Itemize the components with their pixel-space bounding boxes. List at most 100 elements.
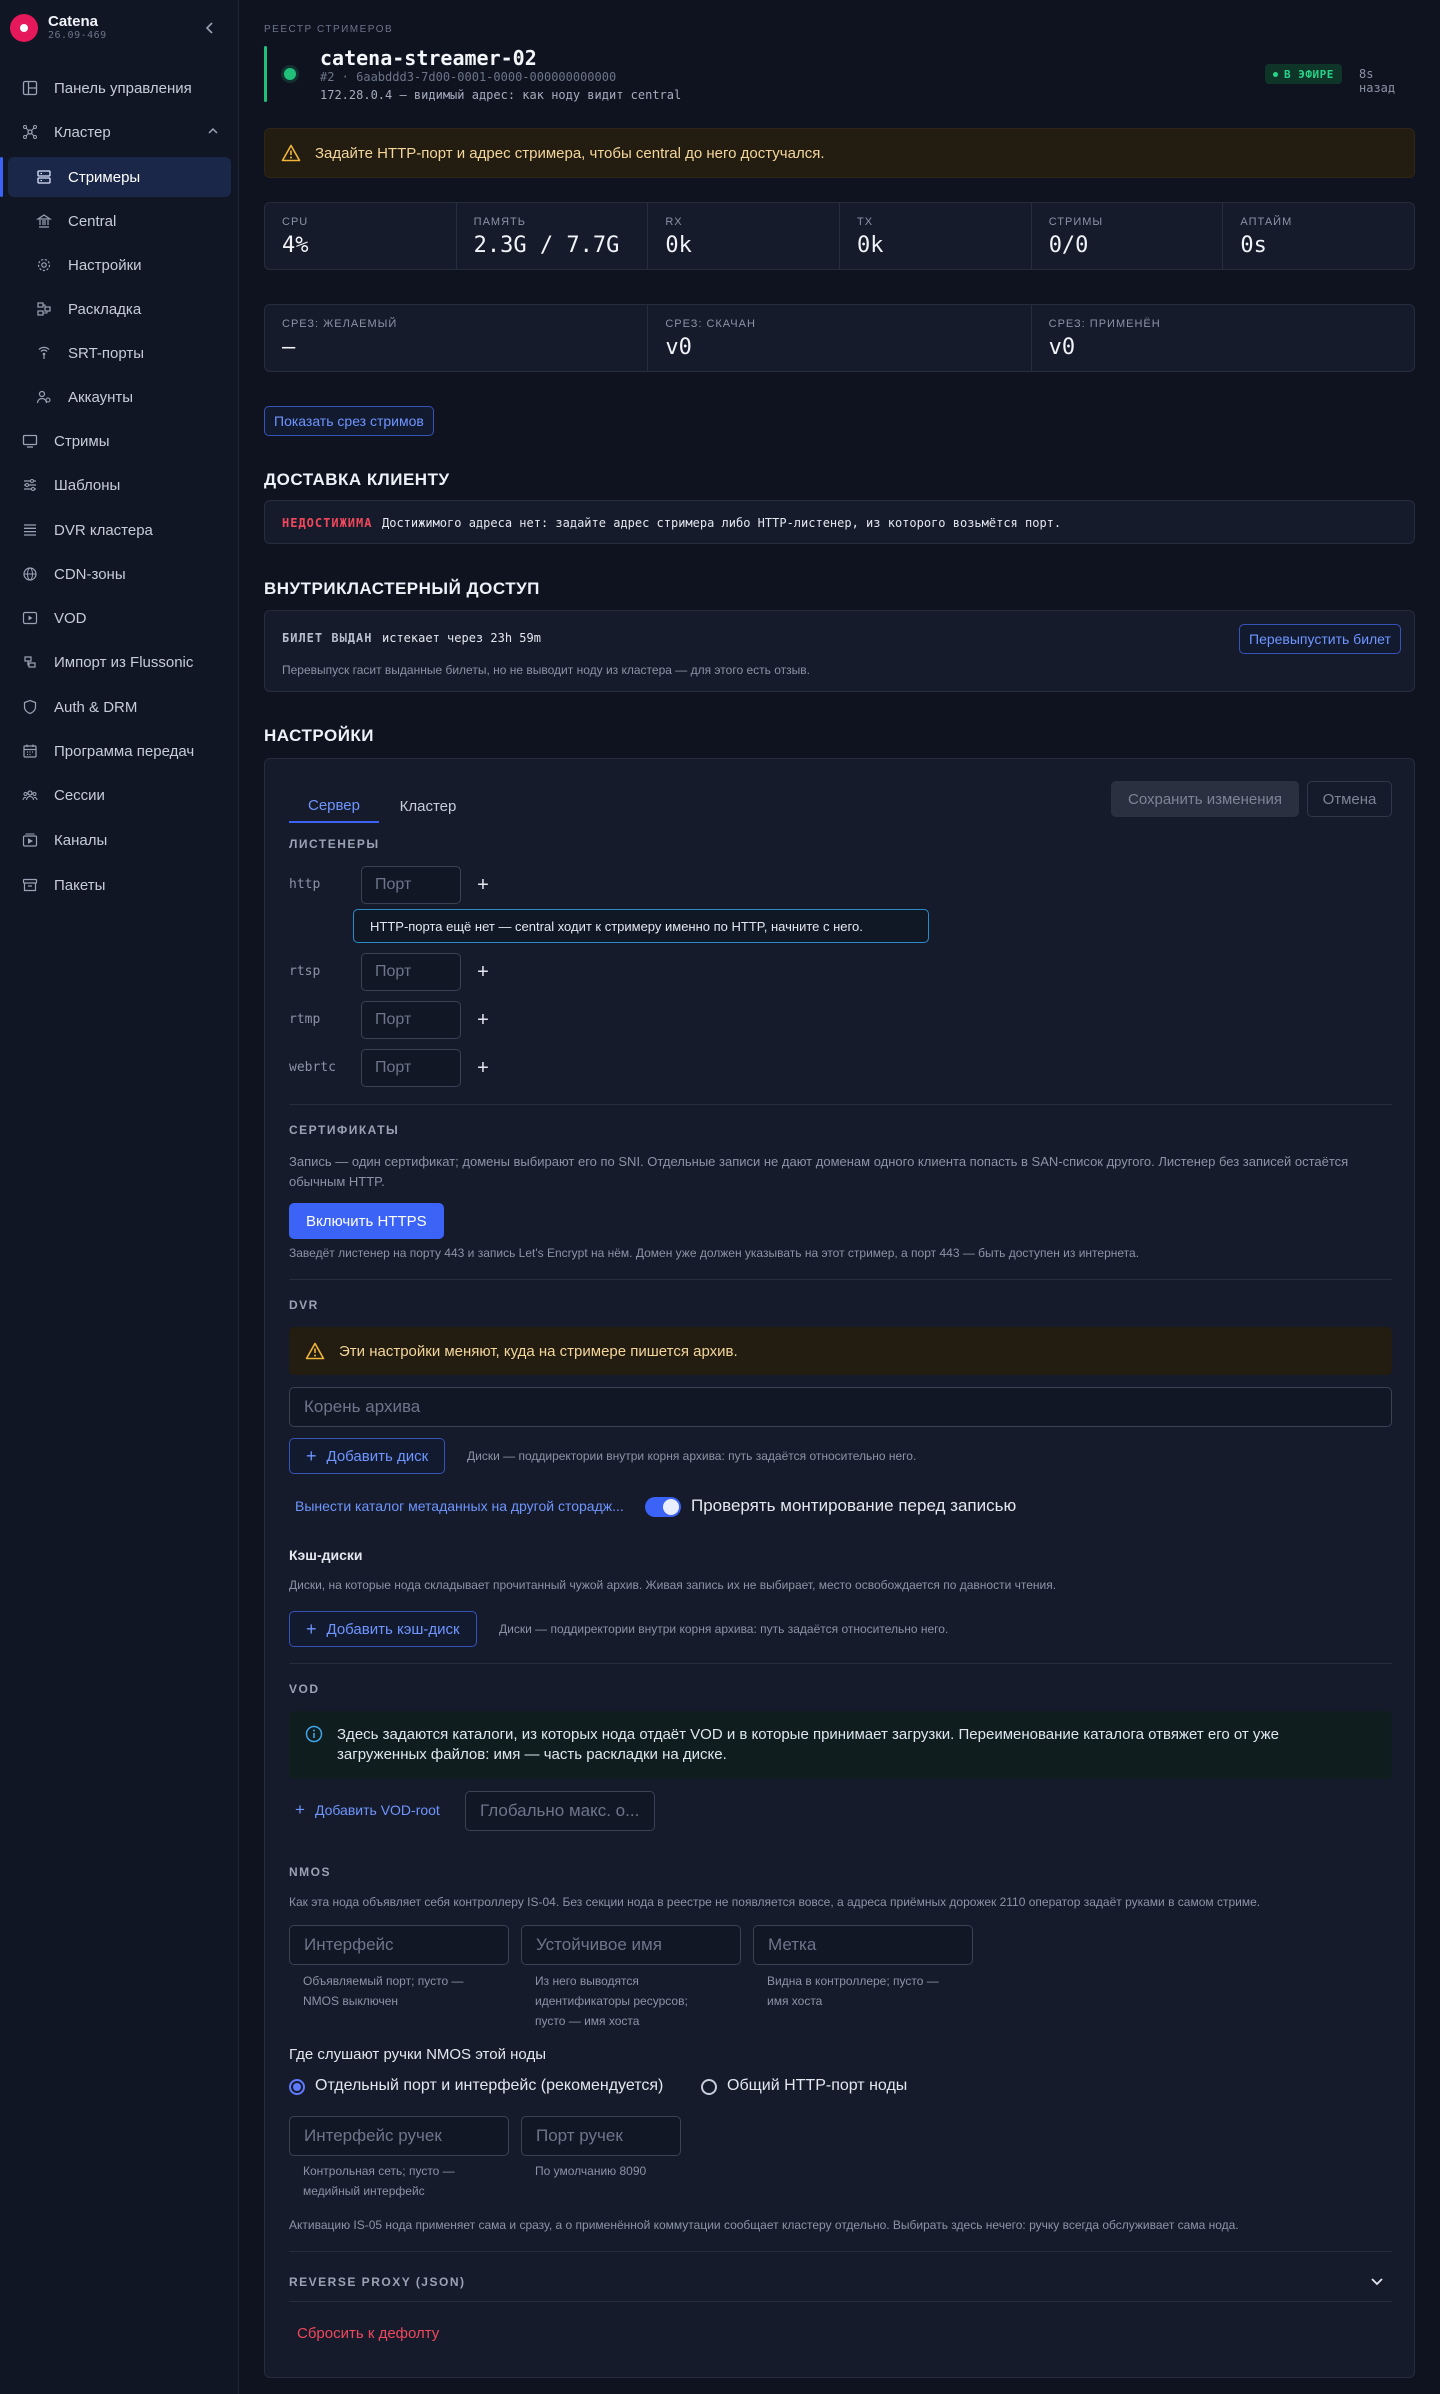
divider — [289, 1663, 1392, 1664]
tab-cluster[interactable]: Кластер — [383, 789, 473, 823]
http-hint: HTTP-порта ещё нет — central ходит к стр… — [353, 909, 929, 943]
plus-icon: + — [295, 1800, 305, 1819]
stat-streams: СТРИМЫ 0/0 — [1032, 203, 1224, 269]
warning-banner: Задайте HTTP-порт и адрес стримера, чтоб… — [264, 128, 1415, 178]
sidebar-item-label: Стримеры — [68, 168, 141, 186]
cache-disk-note: Диски — поддиректории внутри корня архив… — [499, 1622, 949, 1636]
enable-https-button[interactable]: Включить HTTPS — [289, 1203, 444, 1239]
archive-root-input[interactable]: Корень архива — [289, 1387, 1392, 1427]
add-rtmp-listener-button[interactable]: + — [475, 1009, 491, 1031]
sidebar-item-packages[interactable]: Пакеты — [8, 865, 231, 905]
reissue-ticket-button[interactable]: Перевыпустить билет — [1239, 624, 1401, 654]
sidebar-item-cluster[interactable]: Кластер — [8, 112, 231, 152]
layout-icon — [34, 299, 54, 319]
tab-server[interactable]: Сервер — [289, 789, 379, 823]
reverse-proxy-heading[interactable]: REVERSE PROXY (JSON) — [289, 2275, 465, 2289]
listeners-heading: ЛИСТЕНЕРЫ — [289, 837, 380, 851]
add-disk-button[interactable]: + Добавить диск — [289, 1438, 446, 1474]
sidebar-item-epg[interactable]: Программа передач — [8, 731, 231, 771]
sidebar-item-cluster-dvr[interactable]: DVR кластера — [8, 510, 231, 550]
sidebar-item-label: Auth & DRM — [54, 698, 138, 716]
sidebar-item-auth-drm[interactable]: Auth & DRM — [8, 687, 231, 727]
sidebar-item-label: Панель управления — [54, 79, 192, 97]
rtmp-port-input[interactable]: Порт — [361, 1001, 461, 1039]
sidebar-item-settings[interactable]: Настройки — [8, 245, 231, 285]
reset-to-default-button[interactable]: Сбросить к дефолту — [297, 2325, 439, 2342]
stat-rx: RX 0k — [648, 203, 841, 269]
webrtc-port-input[interactable]: Порт — [361, 1049, 461, 1087]
radio-shared-port-label[interactable]: Общий HTTP-порт ноды — [727, 2077, 907, 2095]
sidebar-item-streamers[interactable]: Стримеры — [8, 157, 231, 197]
dvr-warning-text: Эти настройки меняют, куда на стримере п… — [339, 1342, 738, 1360]
warning-icon — [305, 1342, 325, 1360]
app-version: 26.09-469 — [48, 30, 107, 41]
sidebar-item-dashboard[interactable]: Панель управления — [8, 68, 231, 108]
sidebar-item-channels[interactable]: Каналы — [8, 820, 231, 860]
is05-note: Активацию IS-05 нода применяет сама и ср… — [289, 2218, 1239, 2232]
sidebar-item-layout[interactable]: Раскладка — [8, 289, 231, 329]
sidebar-item-flussonic-import[interactable]: Импорт из Flussonic — [8, 642, 231, 682]
radio-shared-port[interactable] — [701, 2079, 717, 2095]
sidebar-item-label: Пакеты — [54, 876, 106, 894]
sidebar-item-vod[interactable]: VOD — [8, 598, 231, 638]
ticket-note: Перевыпуск гасит выданные билеты, но не … — [282, 663, 810, 677]
http-port-input[interactable]: Порт — [361, 866, 461, 904]
add-vod-root-button[interactable]: + Добавить VOD-root — [295, 1800, 440, 1820]
brand[interactable]: Catena 26.09-469 — [10, 13, 107, 42]
radio-separate-port-label[interactable]: Отдельный порт и интерфейс (рекомендуетс… — [315, 2077, 663, 2095]
save-button[interactable]: Сохранить изменения — [1111, 781, 1299, 817]
stat-cpu: CPU 4% — [265, 203, 457, 269]
slice-desired: СРЕЗ: ЖЕЛАЕМЫЙ — — [265, 305, 649, 371]
mount-check-toggle[interactable] — [645, 1497, 681, 1517]
vod-heading: VOD — [289, 1682, 320, 1696]
divider — [289, 1104, 1392, 1105]
status-bar — [264, 46, 267, 102]
storage-icon — [20, 520, 40, 540]
sidebar-item-label: Шаблоны — [54, 476, 121, 494]
shield-icon — [20, 697, 40, 717]
show-slice-button[interactable]: Показать срез стримов — [264, 406, 434, 436]
delivery-title: ДОСТАВКА КЛИЕНТУ — [264, 470, 450, 489]
vod-info: Здесь задаются каталоги, из которых нода… — [289, 1711, 1392, 1779]
sidebar-item-central[interactable]: Central — [8, 201, 231, 241]
sidebar-item-templates[interactable]: Шаблоны — [8, 465, 231, 505]
monitor-icon — [20, 431, 40, 451]
sliders-icon — [20, 475, 40, 495]
disk-note: Диски — поддиректории внутри корня архив… — [467, 1449, 917, 1463]
chevron-down-icon[interactable] — [1369, 2273, 1385, 2292]
sidebar-item-sessions[interactable]: Сессии — [8, 775, 231, 815]
global-max-input[interactable]: Глобально макс. о... — [465, 1791, 655, 1831]
handles-interface-input[interactable]: Интерфейс ручек — [289, 2116, 509, 2156]
cancel-button[interactable]: Отмена — [1307, 781, 1392, 817]
status-badge: В ЭФИРЕ — [1265, 64, 1342, 84]
add-webrtc-listener-button[interactable]: + — [475, 1057, 491, 1079]
certificates-heading: СЕРТИФИКАТЫ — [289, 1123, 400, 1137]
channels-icon — [20, 830, 40, 850]
collapse-sidebar-button[interactable] — [200, 18, 220, 38]
sidebar-item-label: CDN-зоны — [54, 565, 126, 583]
sidebar-item-accounts[interactable]: Аккаунты — [8, 377, 231, 417]
add-http-listener-button[interactable]: + — [475, 874, 491, 896]
add-cache-disk-button[interactable]: + Добавить кэш-диск — [289, 1611, 477, 1647]
cluster-icon — [20, 122, 40, 142]
breadcrumb[interactable]: РЕЕСТР СТРИМЕРОВ — [264, 24, 393, 35]
bank-icon — [34, 211, 54, 231]
sidebar-item-streams[interactable]: Стримы — [8, 421, 231, 461]
nmos-label-input[interactable]: Метка — [753, 1925, 973, 1965]
nmos-stable-name-input[interactable]: Устойчивое имя — [521, 1925, 741, 1965]
https-note: Заведёт листенер на порту 443 и запись L… — [289, 1246, 1140, 1260]
rtsp-port-input[interactable]: Порт — [361, 953, 461, 991]
radio-separate-port[interactable] — [289, 2079, 305, 2095]
sidebar-item-srt-ports[interactable]: SRT-порты — [8, 333, 231, 373]
sidebar-item-cdn-zones[interactable]: CDN-зоны — [8, 554, 231, 594]
last-seen: 8s назад — [1359, 67, 1396, 95]
import-icon — [20, 652, 40, 672]
streamer-id: #2 · 6aabddd3-7d00-0001-0000-00000000000… — [320, 70, 617, 84]
handles-port-input[interactable]: Порт ручек — [521, 2116, 681, 2156]
handles-port-help: По умолчанию 8090 — [535, 2164, 647, 2178]
metadata-storage-link[interactable]: Вынести каталог метаданных на другой сто… — [295, 1498, 624, 1514]
nmos-label-help: Видна в контроллере; пусто — имя хоста — [767, 1974, 939, 2008]
stats-panel: CPU 4% ПАМЯТЬ 2.3G / 7.7G RX 0k TX 0k СТРИМЫ… — [264, 202, 1415, 270]
add-rtsp-listener-button[interactable]: + — [475, 961, 491, 983]
nmos-interface-input[interactable]: Интерфейс — [289, 1925, 509, 1965]
